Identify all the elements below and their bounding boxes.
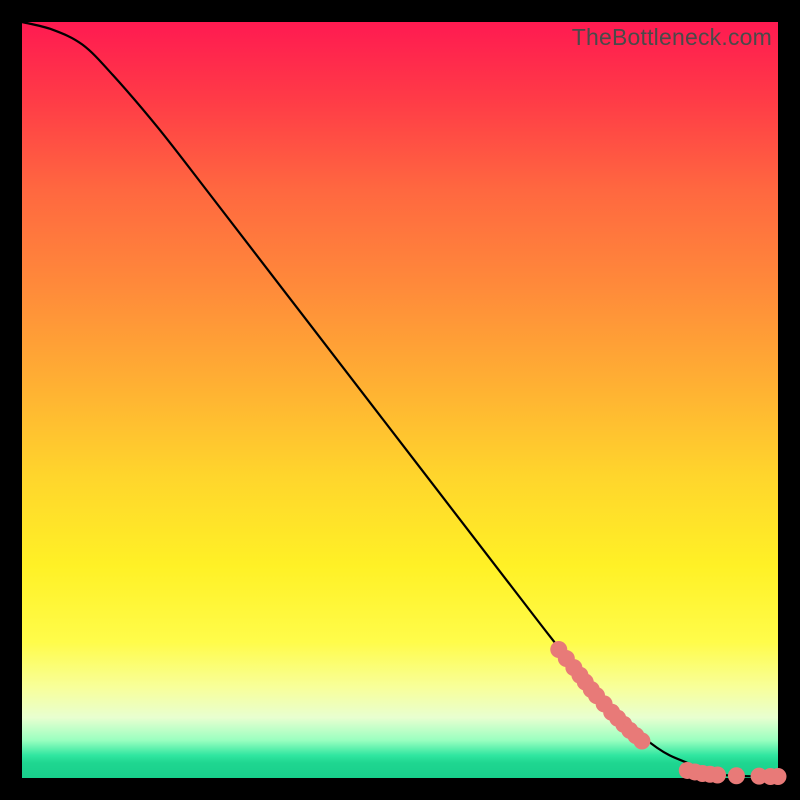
chart-svg bbox=[22, 22, 778, 778]
chart-frame: TheBottleneck.com bbox=[0, 0, 800, 800]
marker-point bbox=[728, 767, 745, 784]
marker-group bbox=[550, 641, 786, 785]
marker-point bbox=[709, 766, 726, 783]
bottleneck-curve bbox=[22, 22, 778, 777]
marker-point bbox=[633, 732, 650, 749]
plot-area: TheBottleneck.com bbox=[22, 22, 778, 778]
marker-point bbox=[770, 768, 787, 785]
